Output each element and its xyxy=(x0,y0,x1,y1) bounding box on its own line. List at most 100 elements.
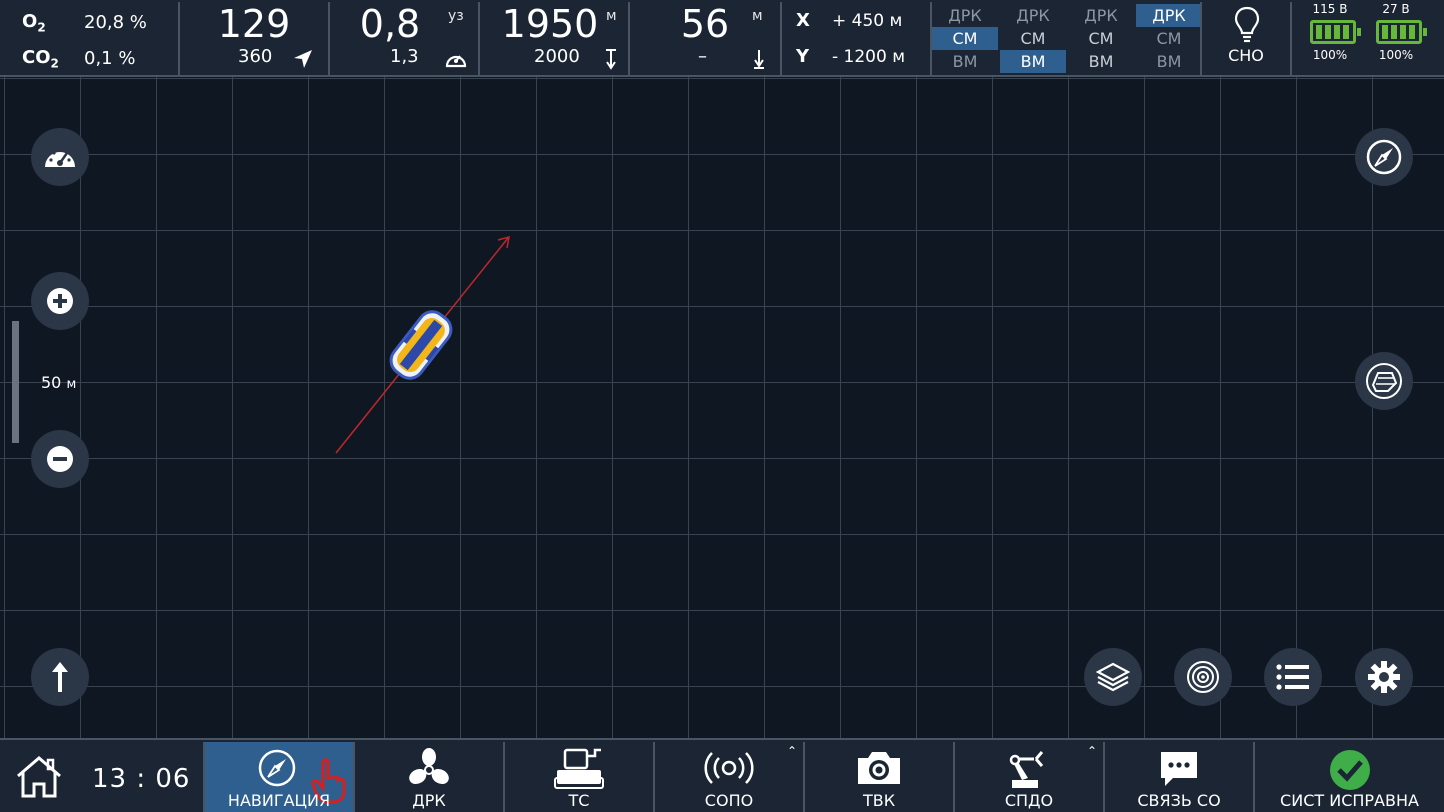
vehicle-marker[interactable] xyxy=(385,306,456,384)
drk-column-3[interactable]: ДРК СМ ВМ xyxy=(1068,4,1134,75)
drk-4-label: ДРК xyxy=(1136,4,1202,27)
gas-panel: O2 20,8 % CO2 0,1 % xyxy=(0,2,178,75)
o2-label: O2 xyxy=(22,11,46,35)
status-bar: O2 20,8 % CO2 0,1 % 129 360 0,8 уз 1,3 1… xyxy=(0,0,1444,77)
tab-system-status-label: СИСТ ИСПРАВНА xyxy=(1280,791,1419,810)
speed-panel[interactable]: 0,8 уз 1,3 xyxy=(328,2,478,75)
gauge-icon xyxy=(45,148,75,167)
battery-2-percent: 100% xyxy=(1378,48,1414,62)
tab-ts-label: ТС xyxy=(568,791,590,810)
tab-drk[interactable]: ДРК xyxy=(353,742,503,812)
drk-column-1[interactable]: ДРК СМ ВМ xyxy=(932,4,998,75)
zoom-in-icon xyxy=(47,288,73,314)
battery-1-icon xyxy=(1310,20,1361,44)
bottom-nav: 13 : 06 НАВИГАЦИЯ ДРК ТС ⌃ СОПО ТВК ⌃ СП… xyxy=(0,738,1444,812)
o2-value: 20,8 % xyxy=(84,12,147,33)
chat-icon xyxy=(1161,752,1197,786)
signal-icon xyxy=(704,752,754,784)
robot-arm-icon xyxy=(1009,751,1044,788)
gauge-button[interactable] xyxy=(31,128,89,186)
x-value: + 450 м xyxy=(832,11,903,31)
x-label: X xyxy=(796,10,810,31)
drk-3-vm[interactable]: ВМ xyxy=(1068,50,1134,73)
tab-navigation[interactable]: НАВИГАЦИЯ xyxy=(203,742,353,812)
vehicle-systems-icon xyxy=(554,748,604,789)
zoom-out-button[interactable] xyxy=(31,430,89,488)
drk-2-sm[interactable]: СМ xyxy=(1000,27,1066,50)
depth-unit: м xyxy=(606,8,617,24)
tab-system-status[interactable]: СИСТ ИСПРАВНА xyxy=(1253,742,1444,812)
battery-2-icon xyxy=(1376,20,1427,44)
heading-panel[interactable]: 129 360 xyxy=(178,2,328,75)
battery-1-voltage: 115 В xyxy=(1312,2,1348,16)
speed-setpoint: 1,3 xyxy=(390,46,419,67)
drk-3-sm[interactable]: СМ xyxy=(1068,27,1134,50)
tab-comms[interactable]: СВЯЗЬ СО xyxy=(1103,742,1253,812)
tab-comms-label: СВЯЗЬ СО xyxy=(1137,791,1221,810)
layers-button[interactable] xyxy=(1084,648,1142,706)
home-icon[interactable] xyxy=(14,754,64,800)
chevron-up-icon: ⌃ xyxy=(1086,744,1097,758)
tab-tvk-label: ТВК xyxy=(862,791,896,810)
co2-value: 0,1 % xyxy=(84,48,136,69)
sonar-button[interactable] xyxy=(1174,648,1232,706)
north-up-button[interactable] xyxy=(31,648,89,706)
home-panel: 13 : 06 xyxy=(0,742,203,812)
altitude-unit: м xyxy=(752,8,763,24)
heading-setpoint: 360 xyxy=(238,46,273,67)
battery-2-voltage: 27 В xyxy=(1382,2,1410,16)
drk-4-vm[interactable]: ВМ xyxy=(1136,50,1202,73)
check-icon xyxy=(1329,750,1370,790)
list-icon xyxy=(1276,664,1309,690)
zoom-in-button[interactable] xyxy=(31,272,89,330)
tab-drk-label: ДРК xyxy=(412,791,446,810)
settings-icon xyxy=(1368,661,1400,693)
tab-navigation-label: НАВИГАЦИЯ xyxy=(227,791,331,810)
scale-bar xyxy=(12,321,19,443)
drk-4-sm[interactable]: СМ xyxy=(1136,27,1202,50)
list-button[interactable] xyxy=(1264,648,1322,706)
layers-icon xyxy=(1095,662,1131,692)
drk-mode-panel: ДРК СМ ВМ ДРК СМ ВМ ДРК СМ ВМ ДРК СМ ВМ xyxy=(930,2,1202,75)
depth-panel[interactable]: 1950 м 2000 xyxy=(478,2,628,75)
track-layer xyxy=(335,235,510,454)
tab-sopo[interactable]: ⌃ СОПО xyxy=(653,742,803,812)
battery-panel: 115 В 100% 27 В 100% xyxy=(1290,2,1444,75)
vehicle-view-button[interactable] xyxy=(1355,352,1413,410)
tab-spdo-label: СПДО xyxy=(1004,791,1054,810)
depth-value: 1950 xyxy=(501,2,599,46)
speedometer-icon xyxy=(445,55,467,68)
camera-icon xyxy=(858,752,900,784)
tab-tvk[interactable]: ТВК xyxy=(803,742,953,812)
compass-icon xyxy=(1366,139,1402,175)
altitude-arrow-icon xyxy=(754,50,764,69)
light-panel[interactable]: СНО xyxy=(1200,2,1290,75)
compass-icon xyxy=(258,749,296,787)
navigation-map[interactable]: 50 м xyxy=(0,77,1444,738)
chevron-up-icon: ⌃ xyxy=(786,744,797,758)
y-value: - 1200 м xyxy=(832,47,906,67)
scale-label: 50 м xyxy=(41,373,77,392)
drk-1-vm[interactable]: ВМ xyxy=(932,50,998,73)
propeller-icon xyxy=(409,748,449,785)
compass-button[interactable] xyxy=(1355,128,1413,186)
speed-unit: уз xyxy=(448,8,464,24)
tab-ts[interactable]: ТС xyxy=(503,742,653,812)
depth-arrow-icon xyxy=(606,49,616,70)
clock: 13 : 06 xyxy=(92,764,191,794)
drk-column-4[interactable]: ДРК СМ ВМ xyxy=(1136,4,1202,75)
vehicle-view-icon xyxy=(1366,363,1402,399)
heading-value: 129 xyxy=(217,2,291,46)
zoom-out-icon xyxy=(47,446,73,472)
tab-spdo[interactable]: ⌃ СПДО xyxy=(953,742,1103,812)
drk-1-sm[interactable]: СМ xyxy=(932,27,998,50)
tab-sopo-label: СОПО xyxy=(704,791,754,810)
drk-2-vm[interactable]: ВМ xyxy=(1000,50,1066,73)
co2-label: CO2 xyxy=(22,47,59,71)
depth-setpoint: 2000 xyxy=(534,46,580,67)
sonar-icon xyxy=(1187,661,1219,693)
settings-button[interactable] xyxy=(1355,648,1413,706)
altitude-panel[interactable]: 56 м – xyxy=(628,2,780,75)
y-label: Y xyxy=(796,46,810,67)
drk-column-2[interactable]: ДРК СМ ВМ xyxy=(1000,4,1066,75)
